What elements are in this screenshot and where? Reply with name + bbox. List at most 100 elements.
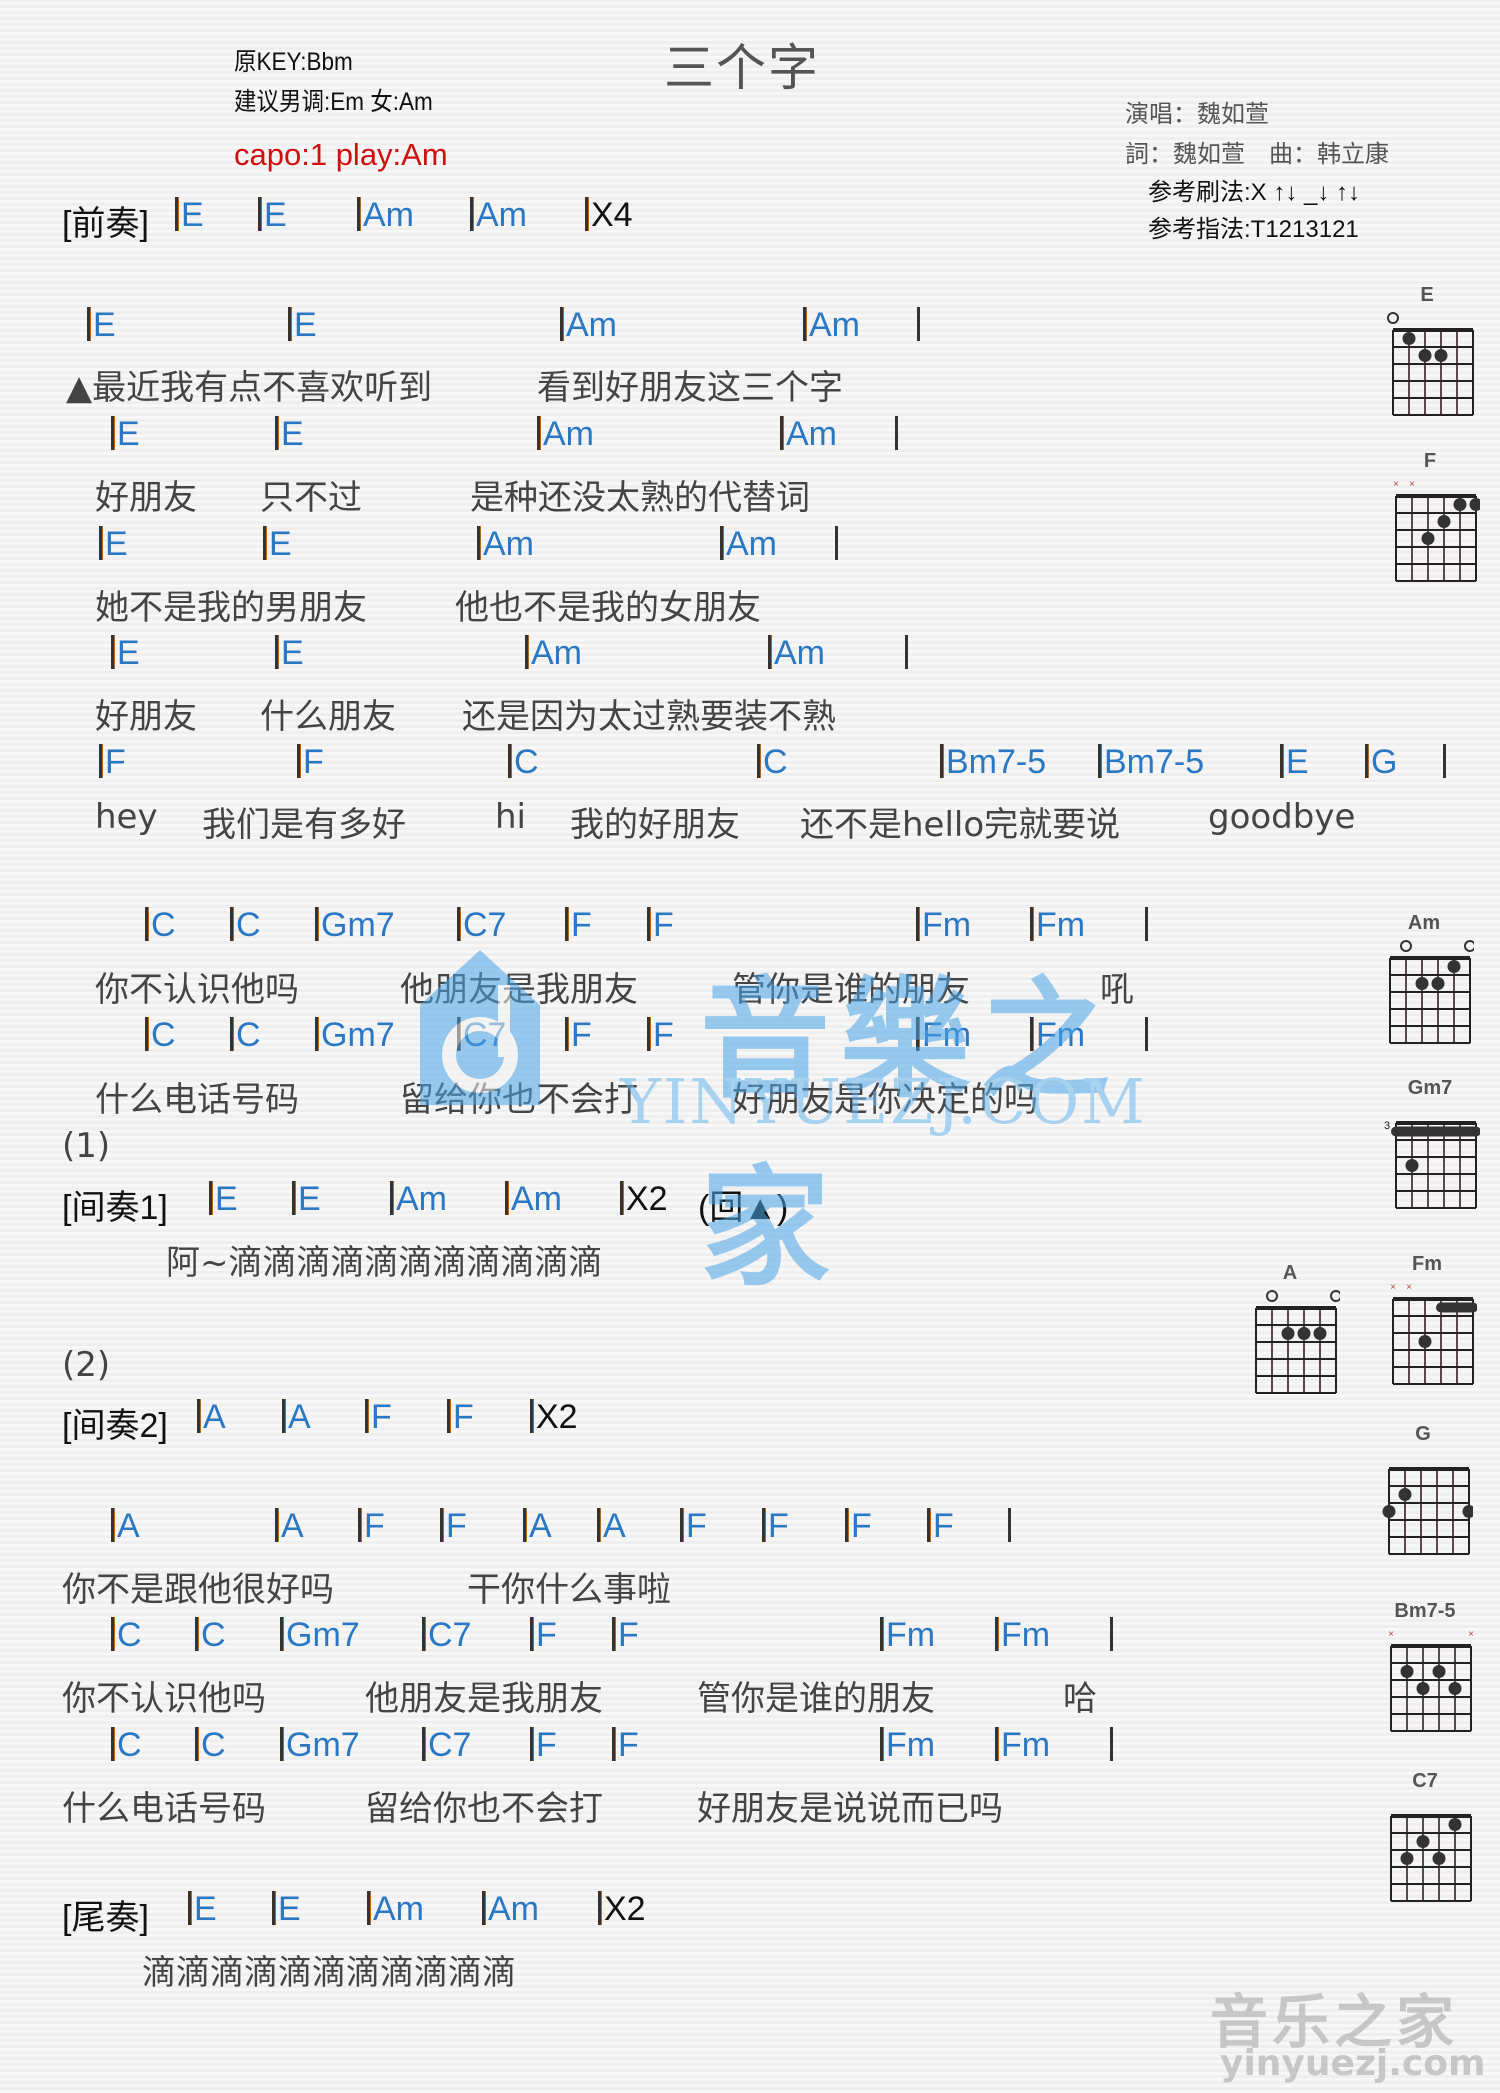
chord: Gm7 xyxy=(315,906,395,945)
finger-dot xyxy=(1281,1327,1295,1340)
chord-diagram-name: C7 xyxy=(1412,1770,1438,1792)
finger-dot xyxy=(1421,532,1435,545)
singer-credit: 演唱：魏如萱 xyxy=(1125,100,1269,128)
chord: C xyxy=(111,1726,142,1765)
chord: C7 xyxy=(457,906,506,945)
chord-diagram-name: G xyxy=(1415,1423,1431,1445)
bar-end xyxy=(1443,743,1446,782)
finger-dot xyxy=(1434,349,1448,362)
bar-end xyxy=(905,634,908,673)
bar-end xyxy=(1008,1507,1011,1546)
finger-dot xyxy=(1418,349,1432,362)
chord: F xyxy=(565,1016,592,1055)
chord: F xyxy=(297,743,324,782)
lyric: 好朋友是说说而已吗 xyxy=(697,1789,1003,1829)
finger-dot xyxy=(1400,1665,1414,1678)
footer-url: yinyuezj.com xyxy=(1220,2043,1486,2084)
lyric: 我们是有多好 xyxy=(202,805,406,845)
lyric: 你不认识他吗 xyxy=(62,1679,266,1719)
finger-dot xyxy=(1448,1682,1462,1695)
chord: Fm xyxy=(995,1616,1050,1655)
open-string-marker xyxy=(1266,1290,1278,1302)
lyric: hey xyxy=(95,797,158,837)
chord: Am xyxy=(505,1180,562,1219)
prelude-label: [前奏] xyxy=(62,205,149,243)
chord: E xyxy=(1280,743,1309,782)
lyric: 你不是跟他很好吗 xyxy=(62,1570,334,1610)
chord-grid-svg xyxy=(1389,940,1474,1044)
chord: Fm xyxy=(1030,1016,1085,1055)
lyric: ▲最近我有点不喜欢听到 xyxy=(66,368,433,408)
chord: Am xyxy=(390,1180,447,1219)
chord: Fm xyxy=(916,1016,971,1055)
bar-end xyxy=(1145,1016,1148,1055)
chord: C7 xyxy=(422,1616,471,1655)
finger-dot xyxy=(1448,1818,1462,1831)
bar-end xyxy=(1145,906,1148,945)
outro-label: [尾奏] xyxy=(62,1899,149,1937)
chord: F xyxy=(565,906,592,945)
section-marker: (2) xyxy=(62,1345,111,1385)
chord: G xyxy=(1365,743,1397,782)
chord: F xyxy=(647,1016,674,1055)
chord: F xyxy=(762,1507,789,1546)
lyric: 干你什么事啦 xyxy=(467,1570,671,1610)
finger-dot xyxy=(1398,1488,1412,1501)
chord: F xyxy=(612,1616,639,1655)
chord: E xyxy=(275,634,304,673)
repeat-count: X2 xyxy=(598,1890,646,1929)
bar-end xyxy=(895,415,898,454)
chord: Am xyxy=(720,525,777,564)
finger-dot xyxy=(1416,1835,1430,1848)
lyric: 留给你也不会打 xyxy=(400,1080,638,1120)
finger-dot xyxy=(1437,515,1451,528)
lyric: 他也不是我的女朋友 xyxy=(455,588,761,628)
lyric: 什么电话号码 xyxy=(95,1080,299,1120)
chord-grid-svg xyxy=(1255,1290,1340,1394)
chord: C7 xyxy=(457,1016,506,1055)
chord: Am xyxy=(537,415,594,454)
writer-credit: 詞：魏如萱 曲：韩立康 xyxy=(1125,140,1389,168)
chord-diagram-name: Am xyxy=(1407,912,1441,934)
chord: Am xyxy=(803,306,860,345)
chord: E xyxy=(272,1890,301,1929)
finger-dot xyxy=(1400,1852,1414,1865)
finger-dot xyxy=(1313,1327,1327,1340)
lyric: 还不是hello完就要说 xyxy=(800,805,1121,845)
open-string-marker xyxy=(1400,940,1412,952)
finger-dot xyxy=(1469,498,1480,511)
lyric: 你不认识他吗 xyxy=(95,970,299,1010)
lyric: 他朋友是我朋友 xyxy=(365,1679,603,1719)
interlude1-label: [间奏1] xyxy=(62,1189,168,1227)
chord: E xyxy=(111,634,140,673)
chord: Am xyxy=(780,415,837,454)
chord: A xyxy=(275,1507,304,1546)
section-marker: (1) xyxy=(62,1126,111,1166)
chord: C xyxy=(195,1616,226,1655)
open-string-marker xyxy=(1387,312,1399,324)
chord: Bm7-5 xyxy=(1098,743,1204,782)
footer-watermark: 音乐之家 yinyuezj.com xyxy=(1210,1975,1486,2085)
chord: A xyxy=(597,1507,626,1546)
chord: Gm7 xyxy=(280,1616,360,1655)
finger-dot xyxy=(1432,1665,1446,1678)
muted-string-marker: × xyxy=(1406,1282,1412,1293)
finger-dot xyxy=(1415,977,1429,990)
chord: Am xyxy=(560,306,617,345)
chord: C xyxy=(757,743,788,782)
lyric: 好朋友是你决定的吗 xyxy=(732,1080,1038,1120)
lyric: 好朋友 xyxy=(95,478,197,518)
chord: E xyxy=(111,415,140,454)
chord: C xyxy=(230,906,261,945)
return-note: (回▲) xyxy=(698,1189,789,1227)
muted-string-marker: × xyxy=(1409,479,1415,490)
capo-info: capo:1 play:Am xyxy=(234,137,448,172)
finger-dot xyxy=(1453,498,1467,511)
chord-grid-svg: 3 xyxy=(1384,1120,1480,1209)
suggested-key: 建议男调:Em 女:Am xyxy=(234,88,433,116)
finger-dot xyxy=(1447,960,1461,973)
finger-dot xyxy=(1382,1505,1396,1518)
chord-diagram-name: A xyxy=(1282,1262,1298,1284)
chord-diagram-name: Gm7 xyxy=(1407,1077,1453,1099)
lyric: 只不过 xyxy=(260,478,362,518)
